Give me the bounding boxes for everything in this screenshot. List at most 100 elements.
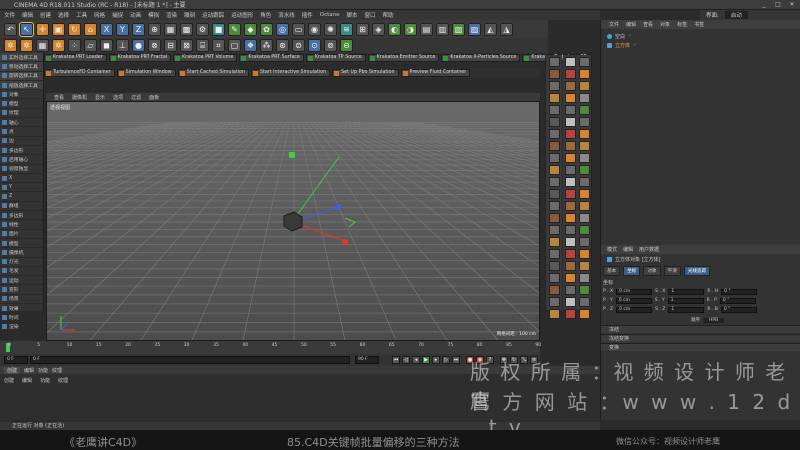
object-manager-menu-item[interactable]: 查看	[643, 21, 653, 28]
turbulencefd-button[interactable]: Preview Fluid Container	[400, 69, 471, 77]
turbulencefd-button[interactable]: Simulation Window	[116, 69, 176, 77]
menu-item[interactable]: 捕捉	[112, 11, 123, 19]
attribute-subtab[interactable]: 光线追踪	[683, 265, 711, 276]
spline-pen-icon[interactable]: ✎	[228, 22, 241, 36]
render-settings-icon[interactable]: ⚙	[196, 22, 209, 36]
edges-mode-icon[interactable]: ▱	[84, 39, 97, 52]
shelf-button-icon[interactable]	[579, 141, 590, 151]
shelf-button-icon[interactable]	[548, 69, 560, 79]
plugin-g-icon[interactable]: ◭	[484, 22, 497, 36]
rotate-icon[interactable]: ↻	[68, 22, 81, 36]
krakatoa-button[interactable]: Krakatoa PRT Loader	[44, 54, 107, 62]
shelf-button-icon[interactable]	[548, 309, 560, 319]
cube-object[interactable]	[283, 211, 303, 232]
prev-frame-icon[interactable]: ◂	[412, 356, 420, 364]
left-panel-item[interactable]: 摄像机	[0, 248, 43, 258]
shelf-button-icon[interactable]	[565, 93, 576, 103]
shelf-button-icon[interactable]	[565, 69, 576, 79]
shelf-button-icon[interactable]	[565, 129, 576, 139]
z-axis-icon[interactable]: Z	[132, 22, 145, 36]
shelf-button-icon[interactable]	[565, 213, 576, 223]
shelf-button-icon[interactable]	[548, 81, 560, 91]
symmetry-icon[interactable]: ⌸	[196, 39, 209, 52]
attribute-subtab[interactable]: 坐标	[623, 265, 641, 276]
shelf-button-icon[interactable]	[548, 261, 560, 271]
krakatoa-button[interactable]: Krakatoa Emitter Source	[367, 54, 440, 62]
shelf-button-icon[interactable]	[565, 237, 576, 247]
left-panel-item[interactable]: 多边形	[0, 211, 43, 221]
tag-icon[interactable]: ⊞	[356, 22, 369, 36]
viewport-menu-item[interactable]: 过滤	[131, 94, 141, 101]
shelf-button-icon[interactable]	[565, 177, 576, 187]
shelf-button-icon[interactable]	[565, 117, 576, 127]
shelf-button-icon[interactable]	[579, 165, 590, 175]
shelf-button-icon[interactable]	[565, 285, 576, 295]
quantize-icon[interactable]: ▢	[228, 39, 241, 52]
left-panel-item[interactable]: 启用轴心	[0, 155, 43, 165]
shelf-button-icon[interactable]	[565, 153, 576, 163]
left-panel-item[interactable]: 模型	[0, 239, 43, 249]
attribute-subtab[interactable]: 对象	[643, 265, 661, 276]
make-editable-icon[interactable]: ✲	[4, 39, 17, 52]
particles-c-icon[interactable]: ⊛	[276, 39, 289, 52]
object-manager-menu-item[interactable]: 文件	[609, 21, 619, 28]
menu-item[interactable]: 运动跟踪	[202, 11, 224, 19]
attribute-menu-item[interactable]: 模式	[607, 246, 617, 253]
shelf-button-icon[interactable]	[579, 237, 590, 247]
material-tab[interactable]: 创建	[4, 366, 21, 374]
section-freeze-transform[interactable]: 冻结变换	[601, 334, 800, 342]
shelf-button-icon[interactable]	[548, 189, 560, 199]
left-panel-item[interactable]: 点	[0, 127, 43, 137]
left-panel-item[interactable]: 灯光	[0, 258, 43, 267]
shelf-button-icon[interactable]	[579, 189, 590, 199]
left-panel-item[interactable]: 缩放选择工具	[0, 80, 43, 91]
visibility-check-icon[interactable]: ✓	[628, 33, 632, 39]
viewport-menu-item[interactable]: 选项	[113, 94, 123, 101]
layout-value[interactable]: 启动	[724, 11, 748, 19]
plugin-c-icon[interactable]: ▤	[420, 22, 433, 36]
shelf-button-icon[interactable]	[579, 297, 590, 307]
particles-g-icon[interactable]: ⊝	[340, 39, 353, 52]
model-mode-icon[interactable]: ✲	[20, 39, 33, 52]
menu-item[interactable]: 脚本	[347, 11, 358, 19]
end-frame-field[interactable]: 90 F	[355, 356, 379, 364]
z-handle-knob[interactable]	[335, 204, 341, 210]
turbulencefd-button[interactable]: Set Up Pbo Simulation	[332, 69, 399, 77]
shelf-button-icon[interactable]	[579, 153, 590, 163]
locked-workplane-icon[interactable]: ⊠	[180, 39, 193, 52]
material-menu-item[interactable]: 创建	[4, 377, 14, 384]
plugin-f-icon[interactable]: ▨	[468, 22, 481, 36]
shelf-button-icon[interactable]	[565, 57, 576, 67]
shelf-button-icon[interactable]	[579, 93, 590, 103]
menu-item[interactable]: 雕刻	[184, 11, 195, 19]
goto-start-icon[interactable]: ⏮	[392, 356, 400, 364]
grid-icon[interactable]: ⌗	[212, 39, 225, 52]
shelf-button-icon[interactable]	[565, 249, 576, 259]
shelf-button-icon[interactable]	[579, 309, 590, 319]
shelf-button-icon[interactable]	[548, 165, 560, 175]
section-transform[interactable]: 变换	[601, 343, 800, 351]
shelf-button-icon[interactable]	[548, 153, 560, 163]
left-panel-item[interactable]: 群组	[0, 202, 43, 212]
left-panel-item[interactable]: 对象	[0, 90, 43, 100]
material-menu-item[interactable]: 功能	[40, 377, 50, 384]
shelf-button-icon[interactable]	[565, 273, 576, 283]
floor-icon[interactable]: ▭	[292, 22, 305, 36]
next-key-icon[interactable]: ▷	[442, 356, 450, 364]
shelf-button-icon[interactable]	[548, 249, 560, 259]
coord-value-field[interactable]: 1	[668, 306, 705, 313]
coord-value-field[interactable]: 0 cm	[616, 288, 653, 295]
live-selection-icon[interactable]: ↖	[19, 21, 34, 37]
shelf-button-icon[interactable]	[579, 285, 590, 295]
menu-item[interactable]: 流水线	[278, 11, 295, 19]
shelf-button-icon[interactable]	[579, 213, 590, 223]
left-panel-item[interactable]: 面片	[0, 230, 43, 239]
menu-item[interactable]: 模拟	[148, 11, 159, 19]
shelf-button-icon[interactable]	[548, 177, 560, 187]
frame-range-slider[interactable]: 0 F	[30, 356, 350, 364]
camera-icon[interactable]: ◉	[308, 22, 321, 36]
viewport-menu-item[interactable]: 面板	[149, 94, 159, 101]
axis-mode-icon[interactable]: ✲	[52, 39, 65, 52]
shelf-button-icon[interactable]	[548, 297, 560, 307]
left-panel-item[interactable]: 毛发	[0, 267, 43, 277]
